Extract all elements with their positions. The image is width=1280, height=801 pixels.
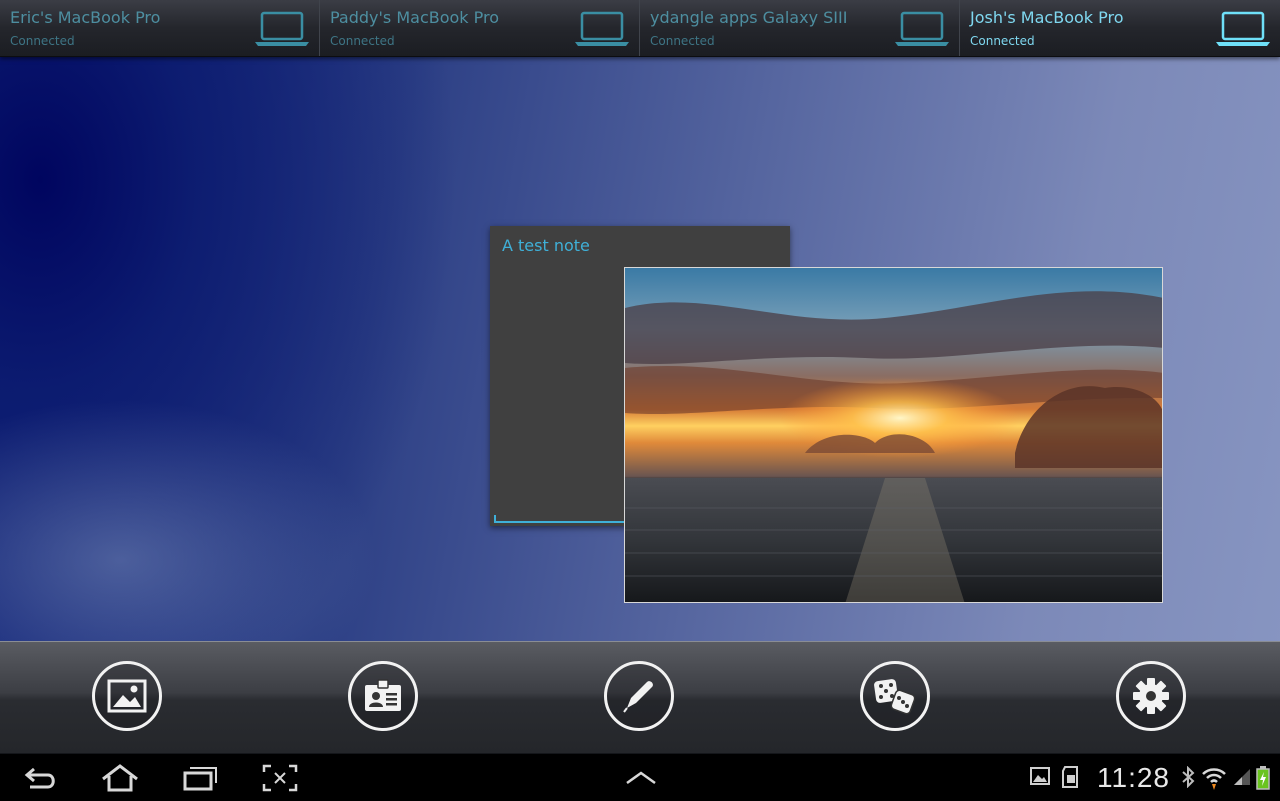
contact-card-icon <box>365 679 401 711</box>
send-note-button[interactable] <box>604 661 674 731</box>
device-status: Connected <box>10 34 75 48</box>
gallery-notification-icon[interactable] <box>1030 766 1050 786</box>
screenshot-icon[interactable] <box>262 763 298 793</box>
device-name: Paddy's MacBook Pro <box>330 8 500 27</box>
device-name: ydangle apps Galaxy SIII <box>650 8 848 27</box>
recent-apps-icon[interactable] <box>182 763 218 793</box>
sd-card-icon[interactable] <box>1062 766 1080 788</box>
back-icon[interactable] <box>22 763 60 793</box>
laptop-icon <box>255 11 309 46</box>
photo-card[interactable] <box>624 267 1163 603</box>
battery-charging-icon <box>1256 766 1270 790</box>
chevron-up-icon[interactable] <box>624 763 658 793</box>
device-tab-ydangle-apps-galaxy-siii[interactable]: ydangle apps Galaxy SIII Connected <box>640 0 960 56</box>
send-image-button[interactable] <box>92 661 162 731</box>
gear-icon <box>1133 678 1169 714</box>
signal-icon <box>1234 769 1250 785</box>
send-contact-button[interactable] <box>348 661 418 731</box>
bluetooth-icon <box>1182 766 1195 788</box>
laptop-icon <box>1216 11 1270 46</box>
dice-icon <box>874 679 916 715</box>
device-status: Connected <box>330 34 395 48</box>
action-bar <box>0 641 1280 754</box>
settings-button[interactable] <box>1116 661 1186 731</box>
note-title: A test note <box>502 236 590 255</box>
device-tab-paddys-macbook-pro[interactable]: Paddy's MacBook Pro Connected <box>320 0 640 56</box>
home-icon[interactable] <box>100 763 140 793</box>
clock: 11:28 <box>1097 762 1170 793</box>
device-name: Eric's MacBook Pro <box>10 8 161 27</box>
device-status: Connected <box>650 34 715 48</box>
image-icon <box>107 679 147 713</box>
device-name: Josh's MacBook Pro <box>970 8 1124 27</box>
device-bar: Eric's MacBook Pro Connected Paddy's Mac… <box>0 0 1280 57</box>
device-tab-erics-macbook-pro[interactable]: Eric's MacBook Pro Connected <box>0 0 320 56</box>
system-navigation-bar: 11:28 <box>0 753 1280 801</box>
play-game-button[interactable] <box>860 661 930 731</box>
sunset-photo <box>625 268 1162 602</box>
laptop-icon <box>895 11 949 46</box>
wifi-icon <box>1202 768 1226 790</box>
laptop-icon <box>575 11 629 46</box>
device-status: Connected <box>970 34 1035 48</box>
pen-icon <box>623 681 653 713</box>
device-tab-joshs-macbook-pro[interactable]: Josh's MacBook Pro Connected <box>960 0 1280 56</box>
